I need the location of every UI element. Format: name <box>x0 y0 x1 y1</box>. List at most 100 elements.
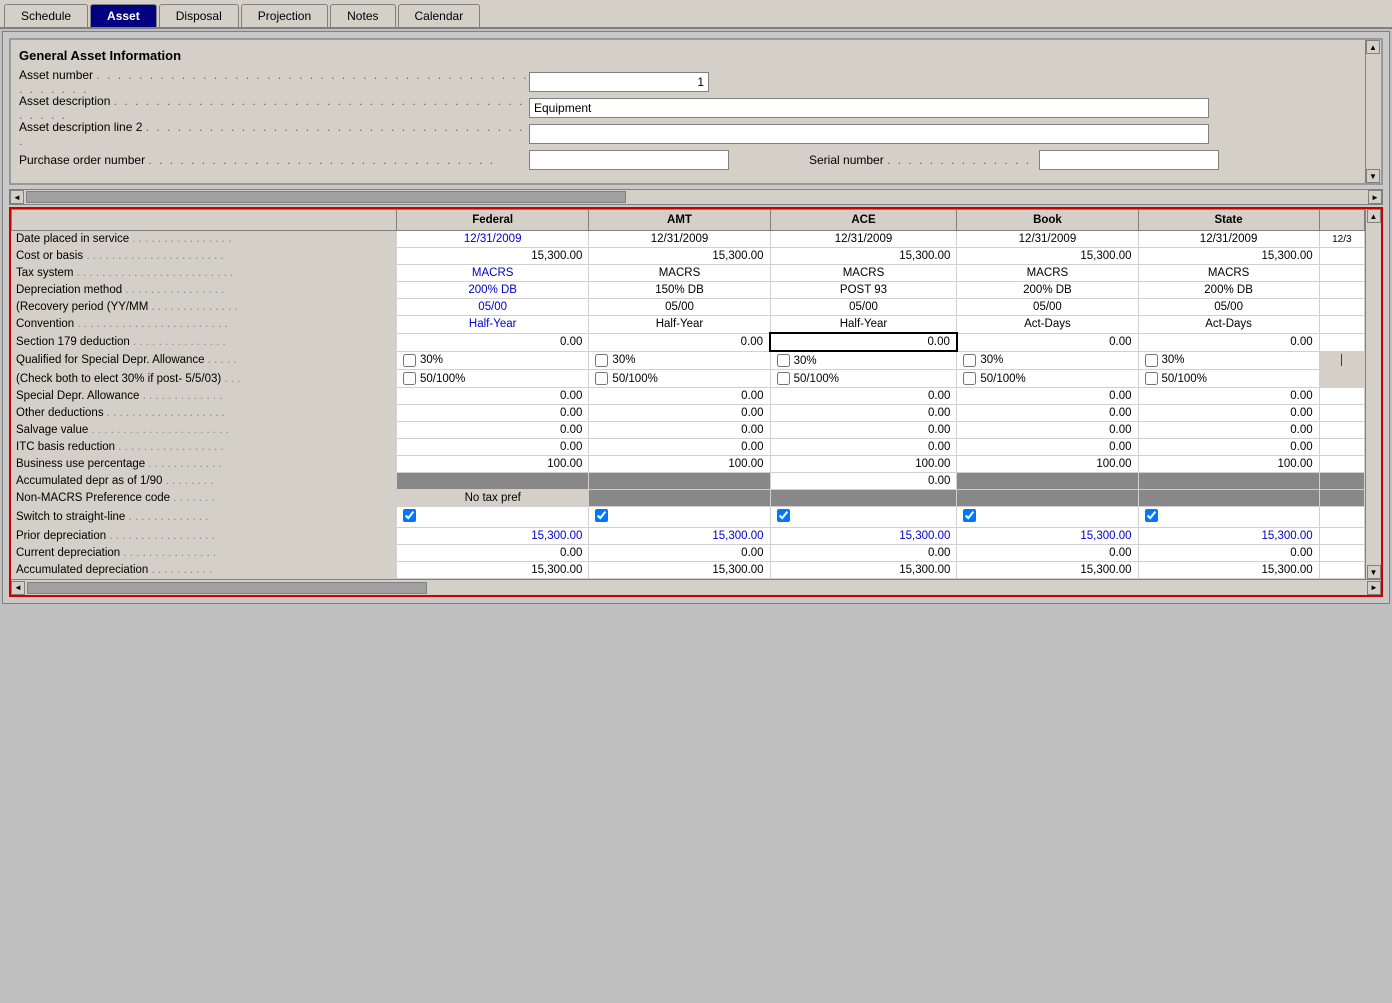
state-other-deductions[interactable]: 0.00 <box>1138 405 1319 422</box>
book-switch-sl-check[interactable] <box>963 509 976 522</box>
ace-check-both[interactable]: 50/100% <box>770 370 957 388</box>
state-salvage-value[interactable]: 0.00 <box>1138 422 1319 439</box>
state-cost-basis[interactable]: 15,300.00 <box>1138 248 1319 265</box>
state-itc-basis[interactable]: 0.00 <box>1138 439 1319 456</box>
hscroll-left-arrow[interactable]: ◄ <box>10 190 24 204</box>
state-special-depr[interactable]: 0.00 <box>1138 388 1319 405</box>
book-depr-method[interactable]: 200% DB <box>957 282 1138 299</box>
serial-number-input[interactable] <box>1039 150 1219 170</box>
ace-check-both-check[interactable] <box>777 372 790 385</box>
state-qualified-special[interactable]: 30% <box>1138 351 1319 370</box>
book-prior-depr[interactable]: 15,300.00 <box>957 528 1138 545</box>
state-date-placed[interactable]: 12/31/2009 <box>1138 231 1319 248</box>
state-current-depr[interactable]: 0.00 <box>1138 545 1319 562</box>
state-switch-sl[interactable] <box>1138 507 1319 528</box>
state-depr-method[interactable]: 200% DB <box>1138 282 1319 299</box>
amt-special-depr[interactable]: 0.00 <box>589 388 770 405</box>
general-hscrollbar[interactable]: ◄ ► <box>9 189 1383 205</box>
ace-date-placed[interactable]: 12/31/2009 <box>770 231 957 248</box>
amt-date-placed[interactable]: 12/31/2009 <box>589 231 770 248</box>
ace-depr-method[interactable]: POST 93 <box>770 282 957 299</box>
amt-salvage-value[interactable]: 0.00 <box>589 422 770 439</box>
amt-prior-depr[interactable]: 15,300.00 <box>589 528 770 545</box>
state-prior-depr[interactable]: 15,300.00 <box>1138 528 1319 545</box>
book-accum-depr[interactable]: 15,300.00 <box>957 562 1138 579</box>
book-convention[interactable]: Act-Days <box>957 316 1138 334</box>
amt-current-depr[interactable]: 0.00 <box>589 545 770 562</box>
book-check-both[interactable]: 50/100% <box>957 370 1138 388</box>
amt-other-deductions[interactable]: 0.00 <box>589 405 770 422</box>
state-check-both[interactable]: 50/100% <box>1138 370 1319 388</box>
ace-accum-depr[interactable]: 15,300.00 <box>770 562 957 579</box>
federal-tax-system[interactable]: MACRS <box>396 265 588 282</box>
book-section179[interactable]: 0.00 <box>957 333 1138 351</box>
federal-current-depr[interactable]: 0.00 <box>396 545 588 562</box>
state-convention[interactable]: Act-Days <box>1138 316 1319 334</box>
amt-switch-sl[interactable] <box>589 507 770 528</box>
tab-notes[interactable]: Notes <box>330 4 395 27</box>
state-switch-sl-check[interactable] <box>1145 509 1158 522</box>
state-recovery-period[interactable]: 05/00 <box>1138 299 1319 316</box>
ace-recovery-period[interactable]: 05/00 <box>770 299 957 316</box>
vscroll-up-arrow[interactable]: ▲ <box>1367 209 1381 223</box>
depr-grid-hscrollbar[interactable]: ◄ ► <box>11 579 1381 595</box>
state-business-use[interactable]: 100.00 <box>1138 456 1319 473</box>
federal-convention[interactable]: Half-Year <box>396 316 588 334</box>
book-qualified-special[interactable]: 30% <box>957 351 1138 370</box>
ace-convention[interactable]: Half-Year <box>770 316 957 334</box>
state-accum-depr[interactable]: 15,300.00 <box>1138 562 1319 579</box>
amt-tax-system[interactable]: MACRS <box>589 265 770 282</box>
tab-asset[interactable]: Asset <box>90 4 157 27</box>
asset-desc-input[interactable] <box>529 98 1209 118</box>
federal-depr-method[interactable]: 200% DB <box>396 282 588 299</box>
book-itc-basis[interactable]: 0.00 <box>957 439 1138 456</box>
book-qualified-special-check[interactable] <box>963 354 976 367</box>
federal-cost-basis[interactable]: 15,300.00 <box>396 248 588 265</box>
tab-calendar[interactable]: Calendar <box>398 4 481 27</box>
federal-qualified-special[interactable]: 30% <box>396 351 588 370</box>
amt-switch-sl-check[interactable] <box>595 509 608 522</box>
ace-tax-system[interactable]: MACRS <box>770 265 957 282</box>
ace-switch-sl[interactable] <box>770 507 957 528</box>
ace-business-use[interactable]: 100.00 <box>770 456 957 473</box>
federal-switch-sl[interactable] <box>396 507 588 528</box>
ace-qualified-special-check[interactable] <box>777 354 790 367</box>
federal-check-both-check[interactable] <box>403 372 416 385</box>
tab-schedule[interactable]: Schedule <box>4 4 88 27</box>
state-section179[interactable]: 0.00 <box>1138 333 1319 351</box>
federal-switch-sl-check[interactable] <box>403 509 416 522</box>
amt-accum-depr[interactable]: 15,300.00 <box>589 562 770 579</box>
federal-date-placed[interactable]: 12/31/2009 <box>396 231 588 248</box>
federal-section179[interactable]: 0.00 <box>396 333 588 351</box>
amt-recovery-period[interactable]: 05/00 <box>589 299 770 316</box>
federal-recovery-period[interactable]: 05/00 <box>396 299 588 316</box>
general-info-scrollbar[interactable]: ▲ ▼ <box>1365 40 1381 183</box>
federal-non-macrs[interactable]: No tax pref <box>396 490 588 507</box>
hscroll-thumb[interactable] <box>26 191 626 203</box>
amt-business-use[interactable]: 100.00 <box>589 456 770 473</box>
book-salvage-value[interactable]: 0.00 <box>957 422 1138 439</box>
asset-number-input[interactable] <box>529 72 709 92</box>
book-recovery-period[interactable]: 05/00 <box>957 299 1138 316</box>
federal-itc-basis[interactable]: 0.00 <box>396 439 588 456</box>
ace-switch-sl-check[interactable] <box>777 509 790 522</box>
amt-check-both-check[interactable] <box>595 372 608 385</box>
depr-grid-vscrollbar[interactable]: ▲ ▼ <box>1365 209 1381 579</box>
federal-other-deductions[interactable]: 0.00 <box>396 405 588 422</box>
ace-cost-basis[interactable]: 15,300.00 <box>770 248 957 265</box>
state-tax-system[interactable]: MACRS <box>1138 265 1319 282</box>
federal-salvage-value[interactable]: 0.00 <box>396 422 588 439</box>
federal-accum-depr[interactable]: 15,300.00 <box>396 562 588 579</box>
book-other-deductions[interactable]: 0.00 <box>957 405 1138 422</box>
amt-section179[interactable]: 0.00 <box>589 333 770 351</box>
ace-current-depr[interactable]: 0.00 <box>770 545 957 562</box>
state-check-both-check[interactable] <box>1145 372 1158 385</box>
ace-prior-depr[interactable]: 15,300.00 <box>770 528 957 545</box>
book-tax-system[interactable]: MACRS <box>957 265 1138 282</box>
ace-accumulated-depr[interactable]: 0.00 <box>770 473 957 490</box>
ace-other-deductions[interactable]: 0.00 <box>770 405 957 422</box>
federal-special-depr[interactable]: 0.00 <box>396 388 588 405</box>
amt-qualified-special[interactable]: 30% <box>589 351 770 370</box>
amt-itc-basis[interactable]: 0.00 <box>589 439 770 456</box>
extra-date-placed[interactable]: 12/3 <box>1319 231 1364 248</box>
